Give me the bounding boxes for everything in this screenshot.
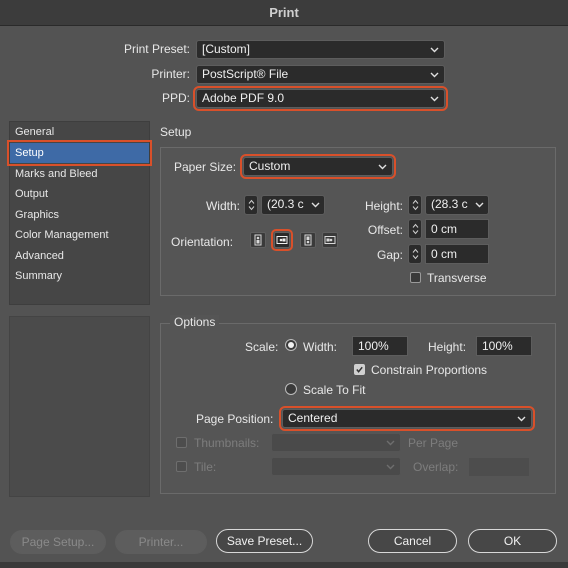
ppd-select[interactable]: Adobe PDF 9.0 [193,86,448,111]
scale-height-label: Height: [428,340,467,354]
print-preset-select[interactable]: [Custom] [196,40,445,59]
transverse-label: Transverse [427,271,487,285]
chevron-down-icon [515,410,527,427]
reverse-portrait-icon[interactable] [300,232,316,248]
gap-input[interactable]: 0 cm [425,244,489,264]
constrain-proportions-label: Constrain Proportions [371,363,488,377]
sidebar: General Setup Marks and Bleed Output Gra… [7,121,152,305]
window-bottom-edge [0,562,568,568]
orientation-label: Orientation: [171,235,234,249]
thumbnails-label: Thumbnails: [194,436,260,450]
page-preview [9,316,150,497]
thumbnails-select[interactable] [271,433,401,452]
printer-label: Printer: [151,67,190,81]
printer-select[interactable]: PostScript® File [196,65,445,84]
width-value: (20.3 c [267,197,304,211]
print-preset-label: Print Preset: [123,42,190,56]
thumbnails-checkbox[interactable] [176,437,187,448]
sidebar-item-marks-and-bleed[interactable]: Marks and Bleed [10,164,149,184]
height-label: Height: [364,199,403,213]
scale-to-fit-radio[interactable] [285,383,297,395]
options-title-overlay: Options [170,315,220,329]
sidebar-item-general[interactable]: General [10,122,149,142]
chevron-down-icon [310,196,320,213]
sidebar-item-setup[interactable]: Setup [7,140,152,166]
chevron-down-icon [428,41,440,58]
chevron-down-icon [384,434,396,451]
chevron-down-icon [428,90,440,107]
scale-width-input[interactable]: 100% [352,336,408,356]
checkmark-icon [356,366,363,373]
ok-button[interactable]: OK [468,529,557,553]
offset-stepper[interactable] [408,219,422,239]
overlap-input[interactable] [468,457,530,477]
reverse-landscape-icon[interactable] [322,232,338,248]
width-stepper[interactable] [244,195,258,215]
constrain-proportions-checkbox[interactable] [354,364,365,375]
paper-size-select[interactable]: Custom [240,154,396,179]
width-label: Width: [205,199,240,213]
page-position-value: Centered [288,411,338,425]
scale-width-radio[interactable] [285,339,297,351]
tile-label: Tile: [194,460,217,474]
height-value: (28.3 c [431,197,468,211]
sidebar-item-summary[interactable]: Summary [10,266,149,286]
sidebar-item-graphics[interactable]: Graphics [10,205,149,225]
tile-checkbox[interactable] [176,461,187,472]
transverse-checkbox[interactable] [410,272,421,283]
height-field[interactable]: (28.3 c [425,195,489,215]
page-position-label: Page Position: [196,412,274,426]
sidebar-item-output[interactable]: Output [10,184,149,204]
ppd-value: Adobe PDF 9.0 [202,91,285,105]
offset-label: Offset: [367,223,403,237]
chevron-down-icon [376,158,388,175]
printer-button[interactable]: Printer... [115,530,207,554]
cancel-button[interactable]: Cancel [368,529,457,553]
chevron-down-icon [428,66,440,83]
chevron-down-icon [384,458,396,475]
height-stepper[interactable] [408,195,422,215]
width-field[interactable]: (20.3 c [261,195,325,215]
per-page-label: Per Page [408,436,459,450]
offset-input[interactable]: 0 cm [425,219,489,239]
sidebar-item-advanced[interactable]: Advanced [10,246,149,266]
setup-title: Setup [160,125,192,139]
page-position-select[interactable]: Centered [279,406,535,431]
print-preset-value: [Custom] [202,42,251,56]
sidebar-item-color-management[interactable]: Color Management [10,225,149,245]
gap-stepper[interactable] [408,244,422,264]
chevron-down-icon [474,196,484,213]
scale-width-label: Width: [303,340,338,354]
save-preset-button[interactable]: Save Preset... [216,529,313,553]
window-title: Print [0,0,568,26]
portrait-icon[interactable] [250,232,266,248]
paper-size-label: Paper Size: [174,160,237,174]
overlap-label: Overlap: [413,460,459,474]
ppd-label: PPD: [161,91,190,105]
landscape-icon[interactable] [271,229,293,251]
scale-height-input[interactable]: 100% [476,336,532,356]
tile-select[interactable] [271,457,401,476]
scale-to-fit-label: Scale To Fit [303,383,366,397]
gap-label: Gap: [376,248,403,262]
page-setup-button[interactable]: Page Setup... [10,530,106,554]
paper-size-value: Custom [249,159,291,173]
printer-value: PostScript® File [202,67,289,81]
scale-label: Scale: [245,340,279,354]
